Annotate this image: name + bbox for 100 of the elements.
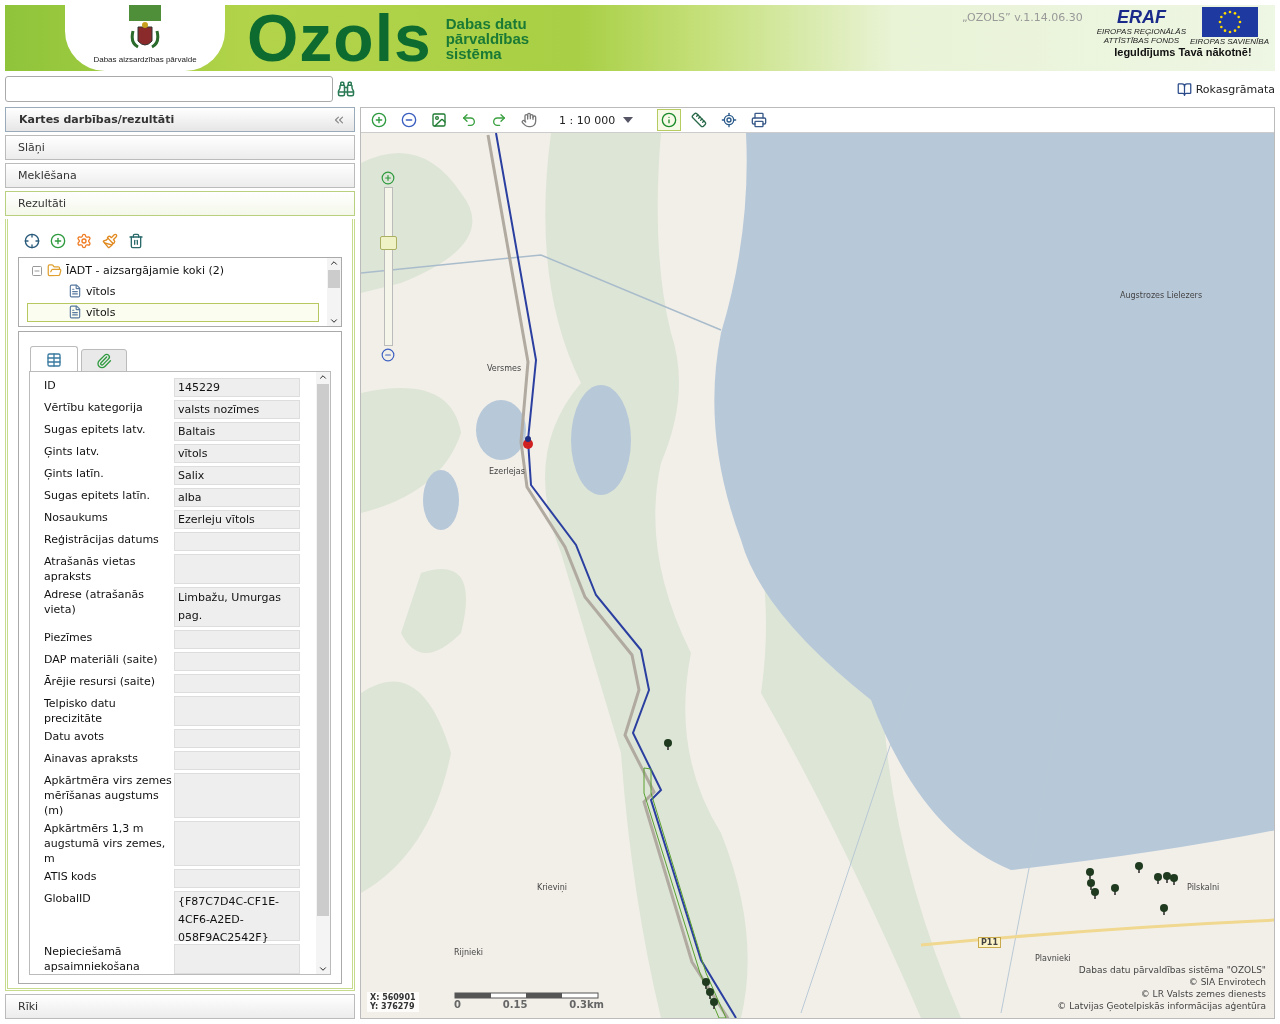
crosshair-icon [721,112,738,128]
picture-icon [431,112,447,128]
info-icon [661,112,678,128]
scrollbar[interactable] [316,372,330,974]
fund-name: ATTĪSTĪBAS FONDS [1103,36,1180,45]
field-label: GlobalID [44,891,92,907]
field-label: ID [44,378,57,394]
trash-icon[interactable] [128,233,144,249]
accordion-header[interactable]: Meklēšana [5,163,355,188]
field-label: Ārējie resursi (saite) [44,674,156,690]
field-label: Sugas epitets latv. [44,422,147,438]
field-value[interactable] [174,821,300,866]
field-value[interactable] [174,773,300,818]
place-label: Plavnieki [1035,954,1071,963]
field-label: Sugas epitets latīn. [44,488,151,504]
accordion-header[interactable]: Rezultāti [5,191,355,216]
field-value[interactable] [174,869,300,888]
field-value[interactable]: Salix [174,466,300,485]
attributes-tab[interactable] [30,346,78,372]
field-value[interactable]: Baltais [174,422,300,441]
forward-arrow-icon [491,112,507,128]
scale-label: 0.15 [502,999,528,1010]
place-label: Augstrozes Lielezers [1118,291,1204,300]
field-label: Ainavas apraksts [44,751,139,767]
field-label: Telpisko datu precizitāte [44,696,117,726]
app-subtitle: Dabas datu [445,15,528,31]
attachments-tab[interactable] [81,349,127,372]
field-label: Adrese (atrašanās vieta) [44,587,145,618]
field-label: Vērtību kategorija [44,400,144,416]
tree-marker-icon [1160,904,1168,915]
place-label: Versmes [487,364,522,373]
scale-label: 0 [454,999,461,1010]
field-label: Apkārtmērs 1,3 m augstumā virs zemes, m [44,821,167,866]
field-value[interactable]: vītols [174,444,300,463]
info-button[interactable] [657,109,682,131]
field-label: Nosaukums [44,510,109,526]
gear-icon[interactable] [76,233,92,249]
road-label: P11 [978,937,1001,948]
hand-icon [521,112,537,128]
pond [476,400,526,460]
zoom-in-icon[interactable] [381,171,395,185]
printer-icon [751,112,768,128]
accordion-header[interactable]: Slāņi [5,135,355,160]
attribution-text: © SIA Envirotech [1188,976,1266,988]
scroll-down-icon[interactable] [318,964,328,974]
field-value[interactable]: Ezerleju vītols [174,510,300,529]
field-value[interactable]: alba [174,488,300,507]
document-icon [68,305,82,320]
manual-link[interactable]: Rokasgrāmata [1176,81,1275,97]
panel-title: Kartes darbības/rezultāti [19,113,175,126]
crosshair-icon[interactable] [24,233,40,249]
scroll-down-icon[interactable] [329,316,339,326]
back-arrow-icon [461,112,477,128]
scrollbar[interactable] [327,258,341,326]
field-value[interactable] [174,532,300,551]
brush-icon[interactable] [102,233,118,249]
attribution-text: © LR Valsts zemes dienests [1140,988,1266,1000]
field-value[interactable] [174,554,300,584]
book-icon [1176,81,1192,97]
field-value[interactable] [174,944,300,974]
collapse-toggle-icon[interactable] [31,265,43,277]
field-value[interactable]: {F87C7D4C-CF1E-4CF6-A2ED-058F9AC2542F} [174,891,300,941]
field-value[interactable] [174,696,300,726]
search-field[interactable] [5,76,333,102]
paperclip-icon [96,352,112,369]
field-value[interactable] [174,729,300,748]
field-value[interactable]: valsts nozīmes [174,400,300,419]
attribution-text: © Latvijas Ģeotelpiskās informācijas aģentūra [1057,1000,1266,1012]
field-label: Reģistrācijas datums [44,532,160,548]
table-icon [46,351,62,368]
add-icon[interactable] [50,233,66,249]
scroll-up-icon[interactable] [329,258,339,268]
version-label: „OZOLS” v.1.14.06.30 [961,11,1083,26]
coordinate-readout: X: 560901 [370,993,416,1002]
tree-marker-icon [1111,884,1119,895]
field-value[interactable] [174,630,300,649]
field-label: Piezīmes [44,630,94,646]
zoom-out-icon[interactable] [381,348,395,362]
field-label: Atrašanās vietas apraksts [44,554,137,584]
field-value[interactable]: 145229 [174,378,300,397]
tree-item[interactable]: vītols [27,281,319,301]
scroll-up-icon[interactable] [318,372,328,382]
minus-icon [401,112,417,128]
accordion-header[interactable]: Rīki [5,994,355,1019]
field-value[interactable] [174,652,300,671]
scale-dropdown[interactable]: 1 : 10 000 [555,109,638,131]
field-value[interactable]: Limbažu, Umurgas pag. [174,587,300,627]
field-value[interactable] [174,751,300,770]
eu-label: EIROPAS SAVIENĪBA [1190,37,1269,46]
eu-flag-icon [1201,7,1258,37]
app-subtitle: sistēma [445,45,502,61]
tree-group-label[interactable]: ĪADT - aizsargājamie koki (2) [66,264,225,278]
app-subtitle: pārvaldības [445,30,530,46]
field-value[interactable] [174,674,300,693]
flag-icon [129,5,161,21]
field-label: DAP materiāli (saite) [44,652,159,668]
eraf-logo: ERAF [1116,7,1166,27]
slogan: Ieguldījums Tavā nākotnē! [1114,46,1252,58]
plus-icon [371,112,387,128]
tree-item[interactable]: vītols [27,303,319,322]
